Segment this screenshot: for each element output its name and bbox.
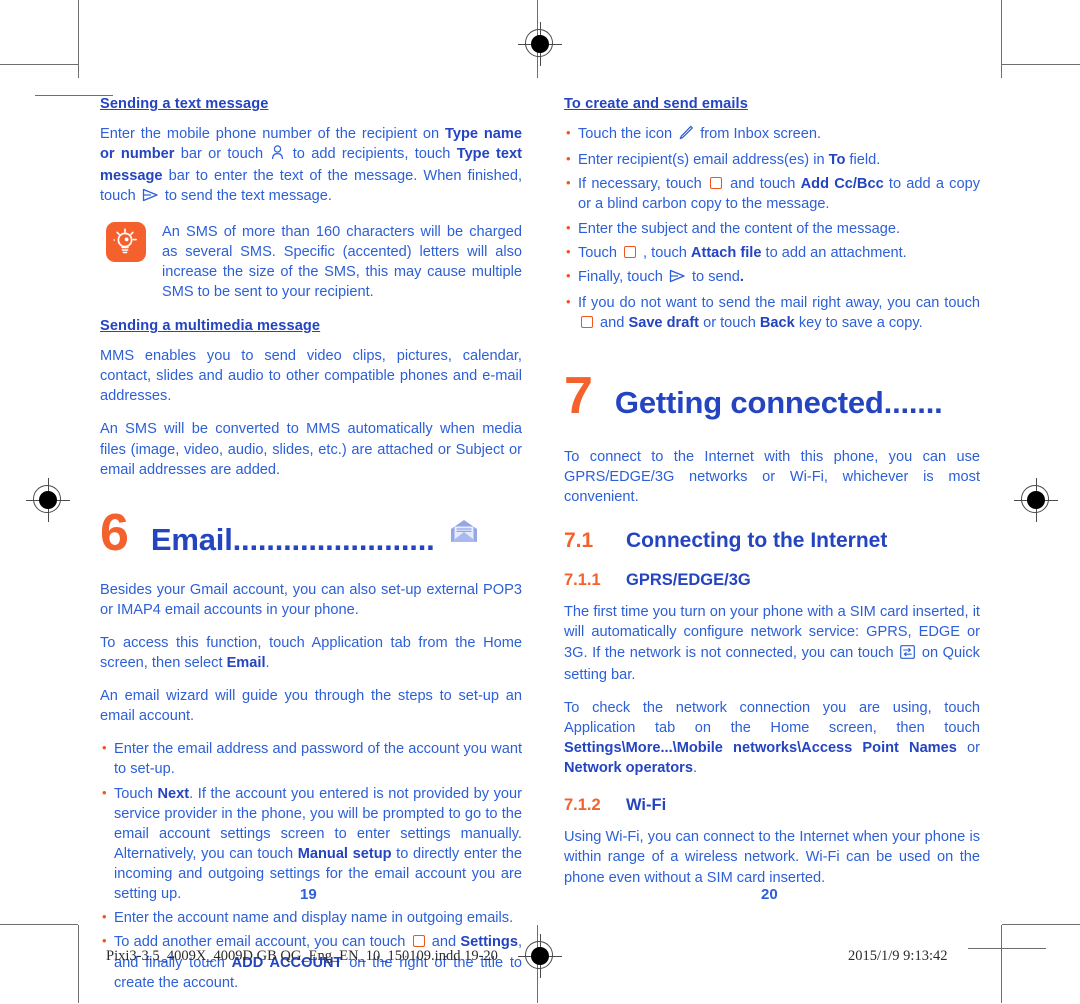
list-item: If you do not want to send the mail righ…	[564, 293, 980, 333]
section-title: GPRS/EDGE/3G	[626, 571, 751, 590]
crop-mark-bottom-right-v	[1001, 925, 1002, 1003]
menu-square-icon	[624, 245, 636, 258]
paragraph-email-access: To access this function, touch Applicati…	[100, 634, 522, 671]
page-number-left: 19	[300, 886, 317, 903]
chapter-title: Getting connected.......	[614, 385, 943, 421]
list-item: Enter the account name and display name …	[100, 908, 522, 928]
paragraph-email-intro: Besides your Gmail account, you can also…	[100, 581, 522, 618]
section-heading-7-1: 7.1 Connecting to the Internet	[564, 529, 980, 553]
paragraph-mms-conversion: An SMS will be converted to MMS automati…	[100, 421, 522, 478]
paragraph-mms-description: MMS enables you to send video clips, pic…	[100, 348, 522, 405]
list-item: Enter the subject and the content of the…	[564, 219, 980, 239]
create-email-bullet-list: Touch the icon from Inbox screen. Enter …	[564, 124, 980, 333]
crop-mark-top-right-h	[1002, 64, 1080, 65]
paragraph-email-wizard: An email wizard will guide you through t…	[100, 688, 522, 725]
left-page-column: Sending a text message Enter the mobile …	[100, 96, 522, 1004]
paragraph-check-network: To check the network connection you are …	[564, 699, 981, 777]
chapter-title: Email........................	[150, 521, 435, 557]
list-item: Enter recipient(s) email address(es) in …	[564, 150, 980, 170]
crop-mark-bottom-left-v	[78, 925, 79, 1003]
crop-mark-top-left-v	[78, 0, 79, 78]
crop-mark-bottom-right-h	[1002, 924, 1080, 925]
send-arrow-icon	[669, 269, 686, 289]
subheading-create-send-emails: To create and send emails	[564, 96, 748, 112]
chapter-number: 6	[100, 503, 129, 562]
list-item: Touch , touch Attach file to add an atta…	[564, 243, 980, 263]
registration-mark-right	[1014, 478, 1058, 522]
section-number: 7.1	[564, 529, 594, 553]
crop-mark-bottom-left-h	[0, 924, 78, 925]
send-arrow-icon	[142, 188, 159, 208]
data-transfer-icon	[900, 644, 916, 665]
menu-square-icon	[412, 935, 425, 948]
list-item: Touch the icon from Inbox screen.	[564, 124, 980, 146]
tip-note-text: An SMS of more than 160 characters will …	[162, 223, 522, 300]
registration-mark-left	[26, 478, 70, 522]
menu-square-icon	[709, 177, 722, 190]
footer-timestamp: 2015/1/9 9:13:42	[848, 948, 948, 964]
registration-mark-bottom-center	[518, 934, 562, 978]
list-item: Finally, touch to send.	[564, 267, 980, 289]
contact-person-icon	[271, 145, 284, 166]
list-item: If necessary, touch and touch Add Cc/Bcc…	[564, 174, 980, 214]
crop-mark-top-right-v	[1001, 0, 1002, 78]
manual-page-spread: Sending a text message Enter the mobile …	[0, 0, 1080, 1003]
tip-note-block: An SMS of more than 160 characters will …	[106, 221, 522, 303]
chapter-heading-email: 6 Email........................	[100, 503, 522, 562]
section-title: Connecting to the Internet	[626, 529, 888, 553]
page-number-right: 20	[761, 886, 778, 903]
section-number: 7.1.2	[564, 796, 601, 815]
list-item: Enter the email address and password of …	[100, 739, 522, 779]
lightbulb-tip-icon	[106, 221, 146, 262]
menu-square-icon	[581, 316, 593, 328]
crop-mark-top-left-h	[0, 64, 78, 65]
paragraph-wifi-description: Using Wi-Fi, you can connect to the Inte…	[564, 829, 980, 886]
right-page-column: To create and send emails Touch the icon…	[564, 96, 980, 901]
paragraph-gprs-first-time: The first time you turn on your phone wi…	[564, 604, 980, 683]
section-heading-7-1-2: 7.1.2 Wi-Fi	[564, 796, 980, 815]
section-title: Wi-Fi	[626, 796, 667, 815]
section-heading-7-1-1: 7.1.1 GPRS/EDGE/3G	[564, 571, 980, 590]
subheading-sending-multimedia-message: Sending a multimedia message	[100, 318, 321, 334]
crop-mark-inner-bottom-right-h	[968, 948, 1046, 949]
footer-filename: Pixi3-3.5_4009X_4009D GB QG_Eng_EN_10_15…	[106, 948, 498, 964]
envelope-icon	[449, 518, 479, 549]
compose-pencil-icon	[678, 125, 694, 146]
chapter-number: 7	[564, 367, 593, 426]
paragraph-send-text-message: Enter the mobile phone number of the rec…	[100, 124, 522, 209]
subheading-sending-text-message: Sending a text message	[100, 96, 269, 112]
chapter-heading-getting-connected: 7 Getting connected.......	[564, 367, 980, 426]
paragraph-connect-intro: To connect to the Internet with this pho…	[564, 448, 980, 506]
registration-mark-top-center	[518, 22, 562, 66]
section-number: 7.1.1	[564, 571, 601, 590]
